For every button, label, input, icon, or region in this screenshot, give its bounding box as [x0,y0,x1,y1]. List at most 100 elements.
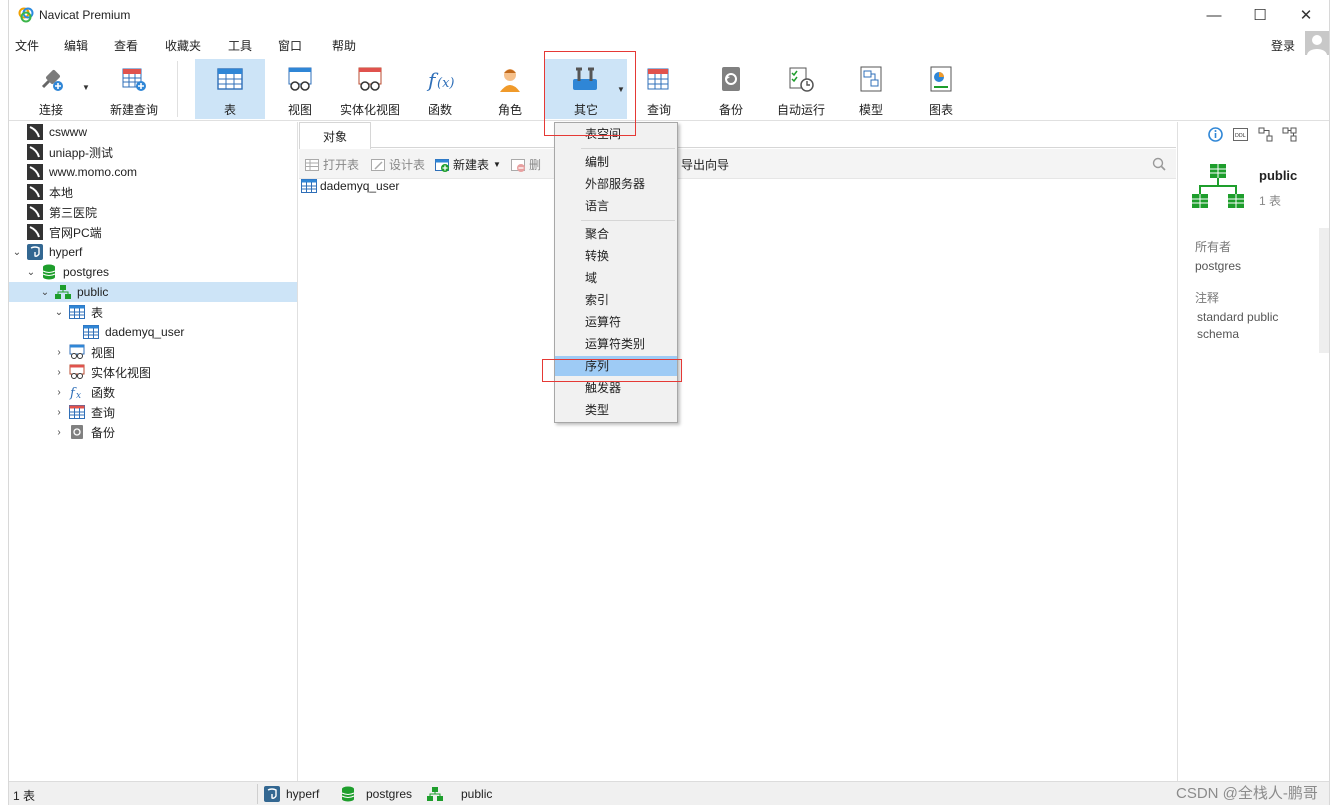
tree-connection-local[interactable]: 本地 [9,182,297,202]
menu-item-operator[interactable]: 运算符 [555,312,677,332]
chart-button[interactable]: 图表 [913,59,969,119]
connect-button[interactable]: 连接 [23,59,79,119]
avatar[interactable] [1305,31,1329,55]
function-button[interactable]: f (x) 函数 [405,59,475,119]
toolbar-separator [177,61,178,117]
tree-group-views[interactable]: › 视图 [9,342,297,362]
tree-connection-website[interactable]: 官网PC端 [9,222,297,242]
info-icon[interactable] [1208,127,1223,142]
role-button[interactable]: 角色 [475,59,545,119]
menu-item-language[interactable]: 语言 [555,196,677,216]
materialized-view-button[interactable]: 实体化视图 [335,59,405,119]
menu-window[interactable]: 窗口 [278,37,302,54]
tree-group-tables[interactable]: ⌄ 表 [9,302,297,322]
connect-dropdown-icon[interactable]: ▼ [82,83,90,92]
user-icon [1307,35,1327,55]
tree-schema-public[interactable]: ⌄ public [9,282,297,302]
menu-item-type[interactable]: 类型 [555,400,677,420]
status-separator [257,784,258,804]
chevron-right-icon[interactable]: › [53,407,65,418]
menu-item-conversion[interactable]: 转换 [555,246,677,266]
annotation-box-sequence [542,359,682,382]
chevron-down-icon[interactable]: ⌄ [53,307,65,318]
mysql-connection-icon [27,224,43,240]
dependency-icon[interactable] [1258,127,1273,142]
schema-icon [55,285,71,299]
search-icon[interactable] [1152,157,1166,171]
mysql-connection-icon [27,204,43,220]
backup-button[interactable]: 备份 [701,59,761,119]
menu-favorites[interactable]: 收藏夹 [165,37,201,54]
table-button[interactable]: 表 [195,59,265,119]
tree-connection-uniapp[interactable]: uniapp-测试 [9,142,297,162]
minimize-button[interactable]: — [1191,0,1237,30]
schema-icon [1192,164,1244,208]
new-query-button[interactable]: 新建查询 [97,59,171,119]
menu-item-foreign-server[interactable]: 外部服务器 [555,174,677,194]
menu-item-operator-class[interactable]: 运算符类别 [555,334,677,354]
usage-icon[interactable] [1282,127,1297,142]
object-pane: 对象 打开表 设计表 新建表 ▼ 删 导出向导 dademyq_user [299,122,1176,781]
menu-edit[interactable]: 编辑 [64,37,88,54]
tree-group-backups[interactable]: › 备份 [9,422,297,442]
status-schema: public [427,786,492,802]
model-button[interactable]: 模型 [843,59,899,119]
menu-help[interactable]: 帮助 [332,37,356,54]
query-icon [69,405,85,419]
menu-file[interactable]: 文件 [15,37,39,54]
tree-group-functions[interactable]: › fx 函数 [9,382,297,402]
function-icon: f (x) [425,64,455,94]
chevron-right-icon[interactable]: › [53,427,65,438]
menu-item-domain[interactable]: 域 [555,268,677,288]
view-icon [285,64,315,94]
info-object-name: public [1259,168,1298,183]
design-table-icon [371,158,385,171]
tree-connection-cswww[interactable]: cswww [9,122,297,142]
chevron-down-icon[interactable]: ⌄ [25,267,37,278]
auto-run-button[interactable]: 自动运行 [767,59,835,119]
info-scrollbar[interactable] [1319,228,1329,353]
object-toolbar: 打开表 设计表 新建表 ▼ 删 导出向导 [299,149,1176,179]
tree-connection-momo[interactable]: www.momo.com [9,162,297,182]
tree-connection-hyperf[interactable]: ⌄ hyperf [9,242,297,262]
chevron-right-icon[interactable]: › [53,347,65,358]
tree-group-queries[interactable]: › 查询 [9,402,297,422]
chevron-right-icon[interactable]: › [53,367,65,378]
mysql-connection-icon [27,124,43,140]
tree-table-dademyq-user[interactable]: dademyq_user [9,322,297,342]
export-wizard-button[interactable]: 导出向导 [681,156,729,173]
view-icon [69,344,85,359]
menu-bar: 文件 编辑 查看 收藏夹 工具 窗口 帮助 登录 [9,33,1329,55]
menu-item-cast[interactable]: 编制 [555,152,677,172]
new-table-button[interactable]: 新建表 ▼ [435,156,501,173]
query-button[interactable]: 查询 [631,59,687,119]
menu-item-index[interactable]: 索引 [555,290,677,310]
menu-view[interactable]: 查看 [114,37,138,54]
tree-group-materialized-views[interactable]: › 实体化视图 [9,362,297,382]
ddl-icon[interactable]: DDL [1233,127,1248,142]
svg-text:x: x [76,391,81,400]
delete-table-button[interactable]: 删 [511,156,541,173]
tree-database-postgres[interactable]: ⌄ postgres [9,262,297,282]
view-button[interactable]: 视图 [265,59,335,119]
chevron-down-icon[interactable]: ⌄ [39,287,51,298]
chart-icon [926,64,956,94]
design-table-button[interactable]: 设计表 [371,156,425,173]
main-toolbar: 连接 ▼ 新建查询 表 视图 实体化视图 f (x) 函数 角色 其它 ▼ 查询… [9,57,1329,121]
close-button[interactable]: ✕ [1283,0,1329,30]
tab-objects[interactable]: 对象 [299,122,371,149]
status-object-count: 1 表 [13,789,36,803]
new-table-dropdown-icon[interactable]: ▼ [493,160,501,169]
app-title: Navicat Premium [39,8,131,22]
info-comment-label: 注释 [1195,291,1220,305]
chevron-right-icon[interactable]: › [53,387,65,398]
menu-tools[interactable]: 工具 [228,37,252,54]
menu-item-aggregate[interactable]: 聚合 [555,224,677,244]
tree-connection-hospital[interactable]: 第三医院 [9,202,297,222]
object-list-item[interactable]: dademyq_user [301,178,399,194]
maximize-button[interactable]: ☐ [1237,0,1283,30]
navicat-logo-icon [18,7,34,23]
login-link[interactable]: 登录 [1271,37,1295,54]
open-table-button[interactable]: 打开表 [305,156,359,173]
chevron-down-icon[interactable]: ⌄ [11,247,23,258]
